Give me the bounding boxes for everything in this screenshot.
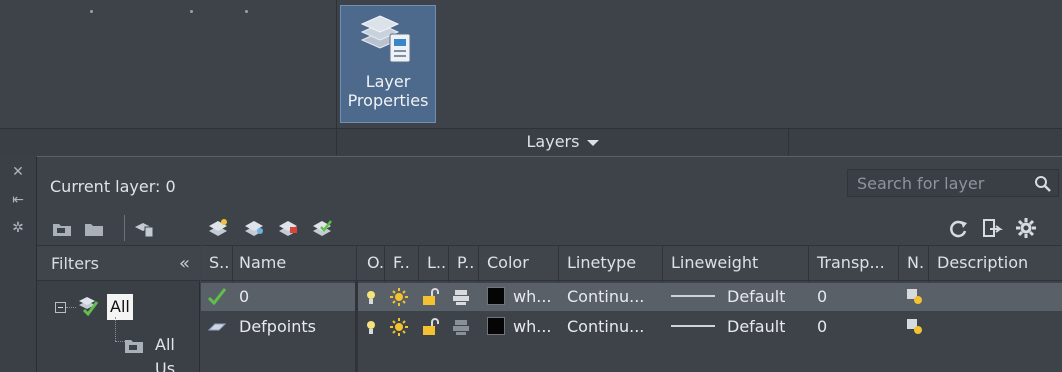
layer-status-icon <box>207 323 227 331</box>
new-group-filter-icon[interactable] <box>83 217 105 239</box>
current-layer-label: Current layer: 0 <box>50 177 176 196</box>
column-header-name[interactable]: Name <box>233 246 357 282</box>
layer-properties-label-line1: Layer <box>365 72 411 91</box>
close-icon[interactable]: ✕ <box>10 164 26 180</box>
toolbar-separator <box>124 215 125 241</box>
layer-properties-button[interactable]: Layer Properties <box>340 5 436 123</box>
layer-transparency[interactable]: 0 <box>817 313 827 341</box>
layers-panel-label: Layers <box>526 132 580 151</box>
unlocked-icon[interactable] <box>421 287 441 307</box>
layer-row[interactable]: 0 wh... Continu... Default 0 <box>201 283 1062 311</box>
layer-color[interactable]: wh... <box>487 283 551 311</box>
column-header-color[interactable]: Color <box>479 246 559 282</box>
palette-title-strip: ✕ ⇤ ✲ <box>0 156 36 372</box>
refresh-icon[interactable] <box>947 217 969 239</box>
ribbon-dot <box>245 10 248 13</box>
ribbon: Layer Properties Layers <box>0 0 1062 155</box>
search-placeholder: Search for layer <box>857 174 985 193</box>
layer-name[interactable]: Defpoints <box>239 313 316 341</box>
column-header-linetype[interactable]: Linetype <box>559 246 663 282</box>
layer-lineweight-label: Default <box>727 287 786 306</box>
filter-tree-label-all-used: All Us <box>155 335 176 372</box>
layers-panel-title[interactable]: Layers <box>338 128 788 155</box>
current-layer-check-icon <box>207 288 227 306</box>
layer-row[interactable]: Defpoints wh... Continu... Default 0 <box>201 313 1062 341</box>
chevron-down-icon <box>587 139 600 146</box>
layer-color-label: wh... <box>513 317 552 336</box>
ribbon-divider <box>336 128 337 155</box>
layer-properties-icon <box>360 15 411 63</box>
layer-name[interactable]: 0 <box>239 283 249 311</box>
sun-thaw-icon[interactable] <box>389 317 409 337</box>
new-vp-thaw-icon[interactable] <box>905 287 925 307</box>
layer-list-header: S.. Name O. F.. L.. P.. Color Linetype L… <box>201 245 1062 282</box>
name-column-divider <box>355 281 358 372</box>
layer-filter-settings-icon[interactable] <box>981 217 1003 239</box>
autohide-icon[interactable]: ⇤ <box>10 192 26 208</box>
ribbon-dot <box>90 10 93 13</box>
layer-linetype[interactable]: Continu... <box>567 313 644 341</box>
column-header-lock[interactable]: L.. <box>419 246 449 282</box>
new-vp-thaw-icon[interactable] <box>905 317 925 337</box>
gear-icon[interactable] <box>1015 217 1037 239</box>
lightbulb-on-icon[interactable] <box>361 287 381 307</box>
layer-transparency[interactable]: 0 <box>817 283 827 311</box>
layer-color-label: wh... <box>513 287 552 306</box>
column-header-freeze[interactable]: F.. <box>385 246 419 282</box>
column-header-lineweight[interactable]: Lineweight <box>663 246 809 282</box>
ribbon-divider <box>788 128 789 155</box>
filters-pane: Filters « All All Us <box>37 245 200 372</box>
layer-lineweight-label: Default <box>727 317 786 336</box>
filters-label: Filters <box>51 254 99 273</box>
collapse-filters-button[interactable]: « <box>179 253 190 274</box>
lineweight-sample <box>671 295 715 297</box>
column-header-plot[interactable]: P.. <box>449 246 479 282</box>
column-header-transparency[interactable]: Transp... <box>809 246 899 282</box>
delete-layer-icon[interactable] <box>277 217 299 239</box>
search-input[interactable]: Search for layer <box>847 169 1059 197</box>
ribbon-dot <box>190 10 193 13</box>
new-layer-vp-frozen-icon[interactable] <box>243 217 265 239</box>
layer-states-manager-icon[interactable] <box>133 217 155 239</box>
layers-filter-icon <box>79 297 99 317</box>
new-property-filter-icon[interactable] <box>51 217 73 239</box>
printer-icon[interactable] <box>451 287 471 307</box>
properties-icon[interactable]: ✲ <box>10 220 26 236</box>
color-swatch <box>487 317 505 335</box>
ribbon-divider <box>336 0 337 128</box>
search-icon[interactable] <box>1034 175 1052 193</box>
layer-properties-palette: Current layer: 0 Search for layer Filter… <box>36 156 1062 372</box>
layer-lineweight[interactable]: Default <box>671 313 785 341</box>
collapse-node-icon[interactable] <box>55 302 66 313</box>
filters-header: Filters « <box>37 245 200 281</box>
column-header-on[interactable]: O. <box>359 246 385 282</box>
layer-list: S.. Name O. F.. L.. P.. Color Linetype L… <box>201 245 1062 372</box>
lightbulb-on-icon[interactable] <box>361 317 381 337</box>
new-layer-icon[interactable] <box>207 217 229 239</box>
column-header-new-vp-freeze[interactable]: N. <box>899 246 929 282</box>
layer-properties-label-line2: Properties <box>347 91 429 110</box>
no-plot-printer-icon[interactable] <box>451 317 471 337</box>
color-swatch <box>487 287 505 305</box>
layer-color[interactable]: wh... <box>487 313 551 341</box>
set-current-icon[interactable] <box>311 217 333 239</box>
layer-lineweight[interactable]: Default <box>671 283 785 311</box>
filter-tree-label-all: All <box>107 294 133 320</box>
layer-linetype[interactable]: Continu... <box>567 283 644 311</box>
filter-tree-item-all[interactable]: All <box>55 293 195 323</box>
column-header-description[interactable]: Description <box>929 246 1062 282</box>
sun-thaw-icon[interactable] <box>389 287 409 307</box>
unlocked-icon[interactable] <box>421 317 441 337</box>
folder-filter-icon <box>125 340 143 353</box>
filter-tree-item-all-used[interactable]: All Us <box>99 331 199 372</box>
column-header-status[interactable]: S.. <box>201 246 233 282</box>
lineweight-sample <box>671 325 715 327</box>
